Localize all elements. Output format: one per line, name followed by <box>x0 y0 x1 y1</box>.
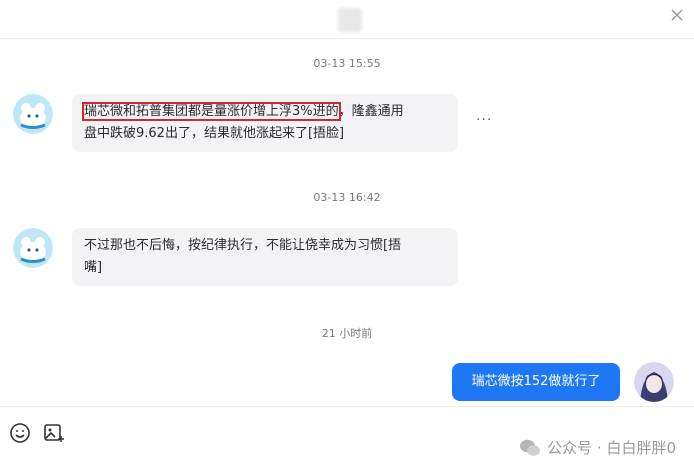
message-text: ，隆鑫通用 <box>338 104 404 119</box>
highlighted-text: 瑞芯微和拓普集团都是量涨价增上浮3%进的 <box>82 102 341 121</box>
avatar[interactable] <box>13 94 53 134</box>
message-bubble[interactable]: 不过那也不后悔，按纪律执行，不能让侥幸成为习惯[捂 嘴] <box>72 228 458 286</box>
wechat-logo-icon <box>519 438 541 458</box>
sent-message-bubble[interactable]: 瑞芯微按152做就行了 <box>452 363 620 401</box>
message-bubble[interactable]: 瑞芯微和拓普集团都是量涨价增上浮3%进的，隆鑫通用 盘中跌破9.62出了，结果就… <box>72 94 458 152</box>
self-avatar[interactable] <box>634 362 674 402</box>
timestamp: 03-13 16:42 <box>313 191 381 204</box>
timestamp: 03-13 15:55 <box>313 57 381 70</box>
timestamp: 21 小时前 <box>321 327 373 340</box>
message-text: 不过那也不后悔，按纪律执行，不能让侥幸成为习惯[捂 <box>84 238 402 253</box>
message-text: 嘴] <box>84 260 103 275</box>
blurred-contact-name <box>338 8 362 32</box>
image-icon[interactable] <box>42 421 66 445</box>
avatar[interactable] <box>13 228 53 268</box>
chat-header <box>0 0 694 39</box>
more-options-button[interactable]: ... <box>476 108 492 124</box>
watermark-text: 公众号 · 白白胖胖0 <box>547 439 676 457</box>
watermark: 公众号 · 白白胖胖0 <box>519 437 676 458</box>
emoji-icon[interactable] <box>8 421 32 445</box>
close-icon[interactable] <box>668 6 686 24</box>
message-text: 盘中跌破9.62出了，结果就他涨起来了[捂脸] <box>84 126 345 141</box>
